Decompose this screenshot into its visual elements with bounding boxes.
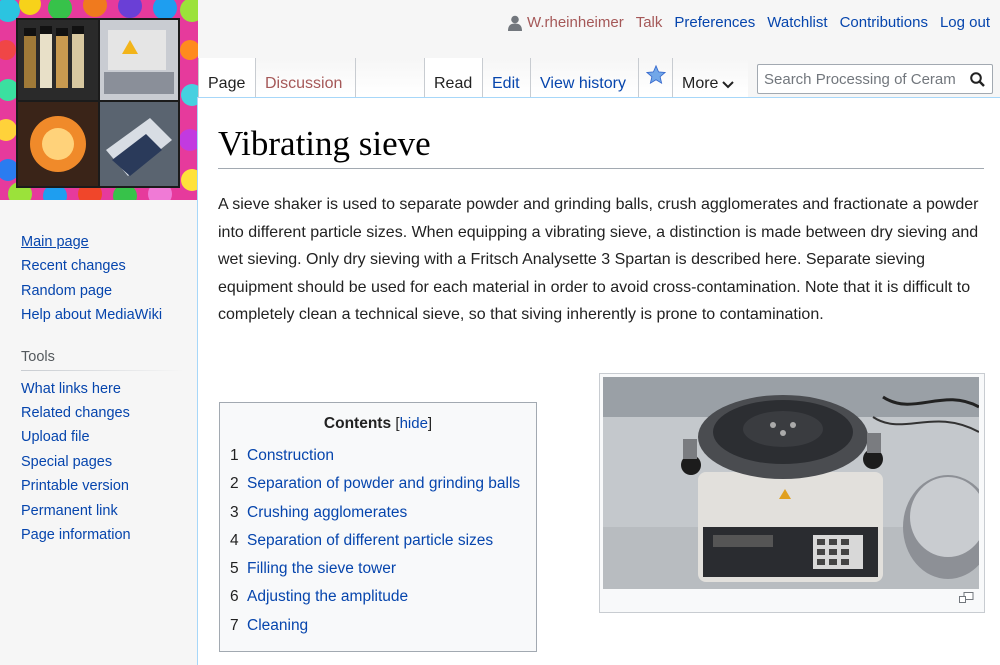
tab-read[interactable]: Read xyxy=(424,58,482,98)
toc-item[interactable]: 5 Filling the sieve tower xyxy=(230,555,526,583)
watchlist-link[interactable]: Watchlist xyxy=(767,14,827,31)
sidebar-item-random-page[interactable]: Random page xyxy=(0,279,198,303)
tools-divider xyxy=(21,369,184,371)
toc-item-link[interactable]: Separation of different particle sizes xyxy=(247,527,493,555)
toc-item-link[interactable]: Adjusting the amplitude xyxy=(247,583,408,611)
sidebar-item-page-information[interactable]: Page information xyxy=(0,523,198,547)
toc-item-link[interactable]: Construction xyxy=(247,442,334,470)
navigation-portal: Main page Recent changes Random page Hel… xyxy=(0,230,198,328)
tab-discussion-label: Discussion xyxy=(265,75,343,92)
intro-paragraph: A sieve shaker is used to separate powde… xyxy=(218,196,979,324)
tab-edit-label: Edit xyxy=(492,75,520,92)
main-content: Vibrating sieve A sieve shaker is used t… xyxy=(197,97,1000,665)
preferences-link[interactable]: Preferences xyxy=(674,14,755,31)
toc-item-number: 7 xyxy=(230,616,239,634)
user-icon xyxy=(508,15,522,31)
toc-item-link[interactable]: Cleaning xyxy=(247,612,308,640)
toc-item[interactable]: 7 Cleaning xyxy=(230,612,526,640)
search-box xyxy=(757,64,993,94)
sidebar-item-special-pages[interactable]: Special pages xyxy=(0,450,198,474)
toc-item-number: 4 xyxy=(230,531,239,549)
site-logo[interactable] xyxy=(0,0,198,200)
logo-image xyxy=(0,0,198,200)
tools-portal: What links here Related changes Upload f… xyxy=(0,377,198,548)
talk-link[interactable]: Talk xyxy=(636,14,663,31)
more-menu-label: More xyxy=(682,75,719,92)
toc-item-number: 6 xyxy=(230,588,239,606)
personal-tools: W.rheinheimer Talk Preferences Watchlist… xyxy=(508,14,990,31)
tab-view-history-label: View history xyxy=(540,75,626,92)
toc-item-number: 1 xyxy=(230,447,239,464)
sidebar-item-main-page[interactable]: Main page xyxy=(0,230,198,254)
toc-item[interactable]: 2 Separation of powder and grinding balls xyxy=(230,470,526,498)
tab-page-label: Page xyxy=(208,75,246,92)
user-page-link[interactable]: W.rheinheimer xyxy=(508,14,624,31)
sieve-shaker-photo xyxy=(603,377,979,589)
sidebar-item-help[interactable]: Help about MediaWiki xyxy=(0,303,198,327)
tools-heading: Tools xyxy=(21,348,55,365)
sidebar-item-permanent-link[interactable]: Permanent link xyxy=(0,499,198,523)
toc-heading: Contents [hide] xyxy=(323,415,433,432)
page-title: Vibrating sieve xyxy=(218,124,984,169)
toc-item[interactable]: 1 Construction xyxy=(230,442,526,470)
tab-page[interactable]: Page xyxy=(198,58,255,98)
toc-hide-link[interactable]: hide xyxy=(400,415,428,432)
search-icon[interactable] xyxy=(964,65,990,93)
magnify-icon[interactable] xyxy=(959,590,974,608)
toc-item-link[interactable]: Separation of powder and grinding balls xyxy=(247,470,520,498)
toc-item-number: 5 xyxy=(230,560,239,578)
tab-edit[interactable]: Edit xyxy=(482,58,530,98)
contributions-link[interactable]: Contributions xyxy=(840,14,928,31)
tab-discussion[interactable]: Discussion xyxy=(255,58,355,98)
sidebar-item-what-links-here[interactable]: What links here xyxy=(0,377,198,401)
toc-item-number: 3 xyxy=(230,503,239,521)
toc-item-number: 2 xyxy=(230,475,239,493)
toc-item-link[interactable]: Filling the sieve tower xyxy=(247,555,396,583)
chevron-down-icon xyxy=(722,78,735,92)
watch-star-button[interactable] xyxy=(638,58,672,98)
toc-item[interactable]: 4 Separation of different particle sizes xyxy=(230,527,526,555)
tab-gap xyxy=(355,58,424,98)
sidebar-item-recent-changes[interactable]: Recent changes xyxy=(0,254,198,278)
toc-title: Contents xyxy=(323,415,392,432)
tab-view-history[interactable]: View history xyxy=(530,58,638,98)
sidebar-item-related-changes[interactable]: Related changes xyxy=(0,401,198,425)
table-of-contents: Contents [hide] 1 Construction 2 Separatio… xyxy=(219,402,537,652)
username-label: W.rheinheimer xyxy=(527,14,624,31)
toc-item[interactable]: 6 Adjusting the amplitude xyxy=(230,583,526,611)
toc-item-link[interactable]: Crushing agglomerates xyxy=(247,499,407,527)
sidebar: Main page Recent changes Random page Hel… xyxy=(0,230,198,547)
tab-read-label: Read xyxy=(434,75,473,92)
sidebar-item-printable-version[interactable]: Printable version xyxy=(0,474,198,498)
more-menu[interactable]: More xyxy=(672,58,748,98)
star-icon xyxy=(645,64,666,89)
article-image-thumbnail[interactable] xyxy=(599,373,985,613)
sidebar-item-upload-file[interactable]: Upload file xyxy=(0,425,198,449)
logout-link[interactable]: Log out xyxy=(940,14,990,31)
search-input[interactable] xyxy=(758,70,964,88)
toc-item[interactable]: 3 Crushing agglomerates xyxy=(230,499,526,527)
